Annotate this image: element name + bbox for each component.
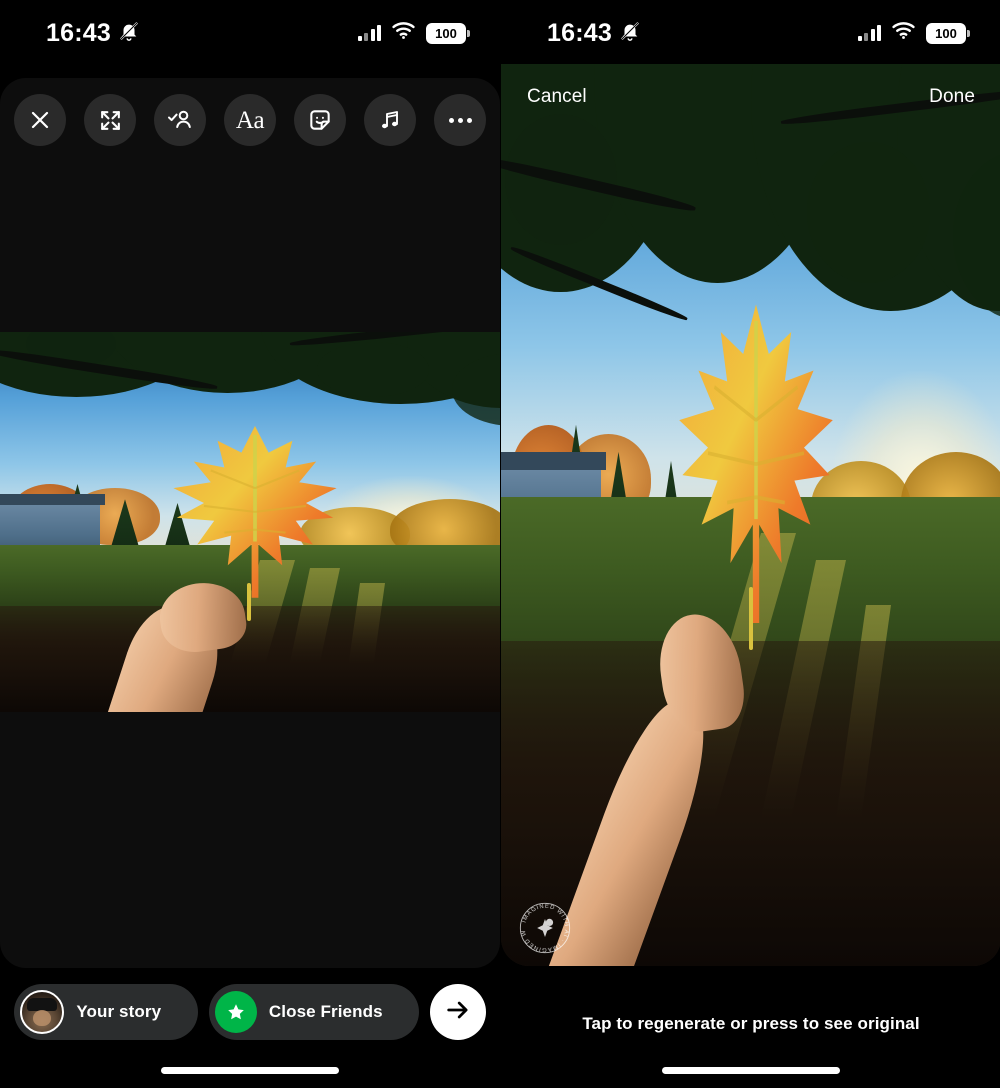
clock: 16:43 bbox=[547, 18, 612, 47]
bell-slash-icon bbox=[118, 20, 140, 47]
your-story-button[interactable]: Your story bbox=[14, 984, 198, 1040]
status-right: 100 bbox=[857, 22, 970, 44]
dirt-bed bbox=[0, 605, 500, 712]
dual-screenshot: 16:43 100 Aa Your story Close Friends IM… bbox=[0, 0, 1000, 1088]
maple-leaf bbox=[170, 423, 340, 598]
more-options-button[interactable] bbox=[434, 94, 486, 146]
preview-header: Cancel Done bbox=[501, 86, 1000, 108]
story-photo[interactable] bbox=[0, 332, 500, 712]
close-friends-label: Close Friends bbox=[268, 1002, 383, 1021]
your-story-label: Your story bbox=[76, 1002, 162, 1021]
status-bar: 16:43 100 bbox=[0, 0, 500, 66]
expand-button[interactable] bbox=[84, 94, 136, 146]
share-bar: Your story Close Friends bbox=[0, 984, 500, 1040]
arrow-right-icon bbox=[444, 996, 472, 1029]
music-icon bbox=[378, 108, 402, 132]
story-editor-canvas[interactable] bbox=[0, 78, 500, 968]
expand-icon bbox=[98, 108, 123, 133]
text-icon: Aa bbox=[235, 106, 265, 134]
house-roof bbox=[0, 493, 105, 505]
clock: 16:43 bbox=[46, 18, 111, 47]
cancel-button[interactable]: Cancel bbox=[527, 86, 587, 108]
close-button[interactable] bbox=[14, 94, 66, 146]
status-left: 16:43 bbox=[547, 20, 641, 47]
tag-people-icon bbox=[167, 108, 193, 132]
battery-indicator: 100 bbox=[926, 22, 970, 44]
leaf-stem bbox=[748, 587, 753, 651]
regenerate-hint[interactable]: Tap to regenerate or press to see origin… bbox=[501, 1014, 1000, 1034]
leaf-stem bbox=[246, 582, 251, 621]
wifi-icon bbox=[892, 22, 915, 44]
sticker-icon bbox=[307, 107, 333, 133]
send-button[interactable] bbox=[430, 984, 487, 1040]
photo-scene-expanded bbox=[501, 64, 1000, 966]
text-button[interactable]: Aa bbox=[224, 94, 276, 146]
right-phone-screen: IMAGINED WITH AI · IMAGINED WITH AI · 16… bbox=[500, 0, 1000, 1088]
maple-leaf bbox=[676, 299, 836, 624]
done-button[interactable]: Done bbox=[929, 86, 975, 108]
imagined-with-ai-watermark: IMAGINED WITH AI · IMAGINED WITH AI · bbox=[514, 896, 573, 956]
home-indicator bbox=[661, 1067, 840, 1074]
close-friends-button[interactable]: Close Friends bbox=[208, 984, 420, 1040]
expanded-photo[interactable]: IMAGINED WITH AI · IMAGINED WITH AI · bbox=[501, 64, 1000, 966]
status-right: 100 bbox=[357, 22, 470, 44]
battery-indicator: 100 bbox=[426, 22, 470, 44]
bell-slash-icon bbox=[619, 20, 641, 47]
status-bar: 16:43 100 bbox=[501, 0, 1000, 66]
close-friends-star-icon bbox=[214, 991, 257, 1033]
cellular-bars-icon bbox=[357, 25, 381, 41]
photo-scene bbox=[0, 332, 500, 712]
tag-people-button[interactable] bbox=[154, 94, 206, 146]
home-indicator bbox=[161, 1067, 339, 1074]
cellular-bars-icon bbox=[857, 25, 881, 41]
sticker-button[interactable] bbox=[294, 94, 346, 146]
avatar bbox=[20, 990, 64, 1034]
wifi-icon bbox=[392, 22, 415, 44]
status-left: 16:43 bbox=[46, 20, 140, 47]
more-options-icon bbox=[448, 117, 472, 123]
music-button[interactable] bbox=[364, 94, 416, 146]
editor-toolbar: Aa bbox=[0, 94, 500, 146]
left-phone-screen: 16:43 100 Aa Your story Close Friends bbox=[0, 0, 500, 1088]
close-icon bbox=[28, 108, 52, 132]
